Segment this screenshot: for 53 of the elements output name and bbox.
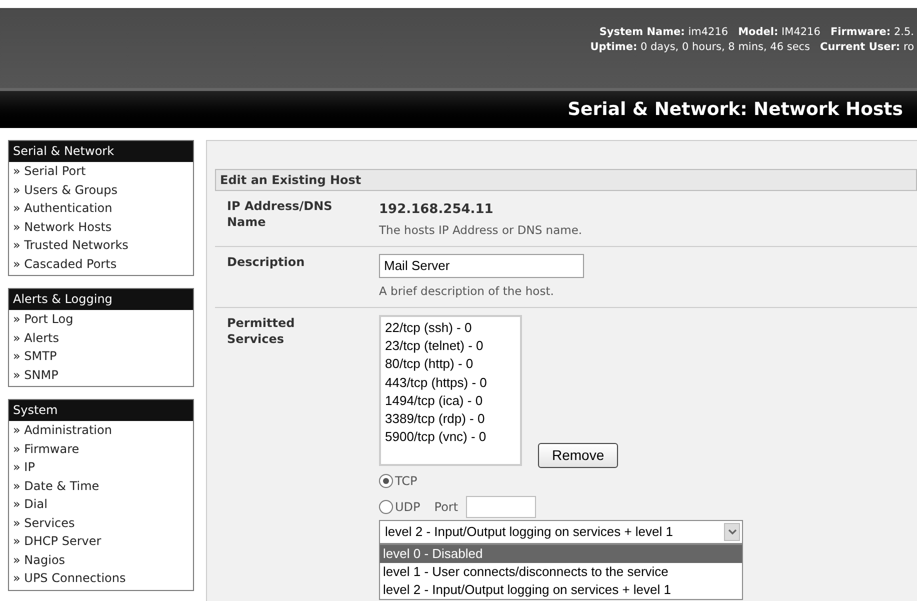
menu-link[interactable]: » Dial: [13, 495, 189, 514]
service-option[interactable]: 23/tcp (telnet) - 0: [385, 337, 516, 356]
menu-link[interactable]: » Firmware: [13, 440, 189, 458]
field-label: Description: [227, 254, 306, 271]
logging-select[interactable]: level 2 - Input/Output logging on services + level 1: [379, 520, 743, 544]
port-label: Port: [434, 499, 458, 516]
menu-link[interactable]: » Trusted Networks: [13, 236, 189, 254]
field-label: Permitted Services: [227, 315, 296, 348]
dropdown-caret-icon: [724, 523, 740, 541]
menu-link[interactable]: » DHCP Server: [13, 532, 189, 550]
dropdown-option[interactable]: level 0 - Disabled: [380, 545, 742, 563]
dropdown-option[interactable]: level 1 - User connects/disconnects to the service: [380, 563, 742, 581]
menu-link[interactable]: » Alerts: [13, 328, 189, 347]
menu-link[interactable]: » Port Log: [13, 310, 189, 328]
menu-link[interactable]: » Cascaded Ports: [13, 254, 189, 273]
radio-button[interactable]: [379, 474, 393, 488]
radio-label: UDP: [395, 499, 420, 516]
remove-button[interactable]: Remove: [538, 443, 618, 468]
menu-link[interactable]: » Services: [13, 514, 189, 532]
field-label: IP Address/DNS Name: [227, 198, 334, 231]
hint-text: The hosts IP Address or DNS name.: [379, 222, 582, 238]
menu-section-title: Serial & Network: [9, 141, 193, 162]
radio-label: TCP: [395, 473, 418, 490]
menu-link[interactable]: » Nagios: [13, 550, 189, 569]
services-listbox[interactable]: 22/tcp (ssh) - 0 23/tcp (telnet) - 0 80/tcp (http) - 0 443/tcp (https) - 0 1494/tcp (ica) - 0 3389/tcp (rdp) - 0 5900/tcp (vnc) - 0: [379, 315, 522, 466]
system-info-text: Uptime: 0 days, 0 hours, 8 mins, 46 secs Current User: ro: [590, 40, 914, 55]
hint-text: A brief description of the host.: [379, 282, 555, 300]
menu-link[interactable]: » Users & Groups: [13, 180, 189, 199]
menu-link[interactable]: » Date & Time: [13, 476, 189, 495]
dropdown-option[interactable]: level 2 - Input/Output logging on services + level 1: [380, 581, 742, 599]
menu-link[interactable]: » IP: [13, 458, 189, 476]
radio-button[interactable]: [379, 500, 393, 514]
menu-link[interactable]: » SMTP: [13, 347, 189, 366]
service-option[interactable]: 5900/tcp (vnc) - 0: [385, 428, 516, 446]
menu-link[interactable]: » Administration: [13, 421, 189, 440]
menu-link[interactable]: » SNMP: [13, 366, 189, 384]
menu-link[interactable]: » Authentication: [13, 199, 189, 218]
system-info-text: System Name: im4216 Model: IM4216 Firmware: 2.5.: [599, 25, 914, 40]
menu-section-title: Alerts & Logging: [9, 289, 193, 310]
page-title: Serial & Network: Network Hosts: [568, 98, 903, 122]
service-option[interactable]: 1494/tcp (ica) - 0: [385, 392, 516, 410]
ip-value: 192.168.254.11: [379, 201, 494, 219]
service-option[interactable]: 3389/tcp (rdp) - 0: [385, 410, 516, 428]
service-option[interactable]: 443/tcp (https) - 0: [385, 374, 516, 392]
service-option[interactable]: 80/tcp (http) - 0: [385, 355, 516, 374]
menu-link[interactable]: » Network Hosts: [13, 218, 189, 236]
section-header: Edit an Existing Host: [215, 169, 917, 191]
service-option[interactable]: 22/tcp (ssh) - 0: [385, 319, 516, 338]
description-field[interactable]: Mail Server: [379, 254, 584, 278]
menu-link[interactable]: » Serial Port: [13, 162, 189, 180]
menu-section-title: System: [9, 400, 193, 421]
menu-link[interactable]: » UPS Connections: [13, 569, 189, 588]
port-field[interactable]: [466, 496, 536, 518]
